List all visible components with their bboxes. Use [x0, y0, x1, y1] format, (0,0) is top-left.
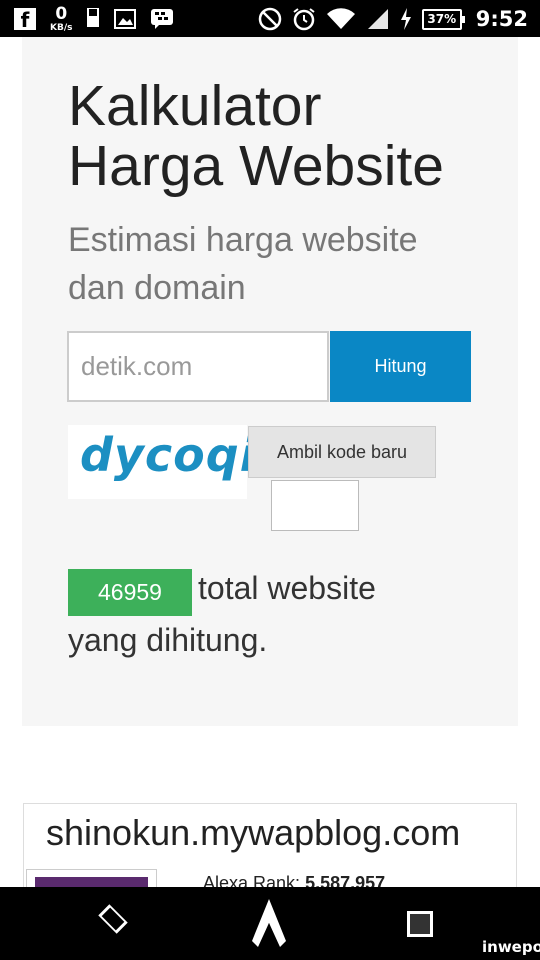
network-speed-indicator: 0 KB/s [50, 3, 73, 33]
facebook-icon: f [14, 8, 36, 32]
count-badge: 46959 [68, 569, 192, 616]
battery-indicator: 37% [421, 8, 465, 30]
watermark: inwepo [482, 938, 540, 956]
calculate-button[interactable]: Hitung [330, 331, 471, 402]
page-title: Kalkulator Harga Website [68, 74, 444, 198]
website-count: 46959 total website yang dihitung. [68, 564, 448, 664]
do-not-disturb-icon [258, 7, 282, 31]
signal-icon [367, 9, 388, 29]
usb-icon [87, 8, 100, 27]
wifi-icon [326, 8, 355, 30]
status-bar: f 0 KB/s 37% 9:52 [0, 0, 540, 37]
page-subtitle: Estimasi harga website dan domain [68, 221, 418, 307]
recent-apps-icon[interactable] [407, 911, 433, 937]
captcha-text: dycoqi [80, 428, 257, 482]
result-site-title[interactable]: shinokun.mywapblog.com [46, 812, 460, 854]
alarm-icon [293, 8, 315, 31]
captcha-input[interactable] [271, 480, 359, 531]
network-speed-value: 0 [55, 3, 68, 24]
charging-icon [400, 8, 411, 30]
home-icon[interactable] [244, 897, 294, 951]
domain-input[interactable] [67, 331, 329, 402]
clock: 9:52 [475, 7, 528, 31]
network-speed-unit: KB/s [50, 22, 73, 33]
bbm-icon [151, 9, 174, 29]
new-code-button[interactable]: Ambil kode baru [248, 426, 436, 478]
image-icon [114, 9, 137, 29]
